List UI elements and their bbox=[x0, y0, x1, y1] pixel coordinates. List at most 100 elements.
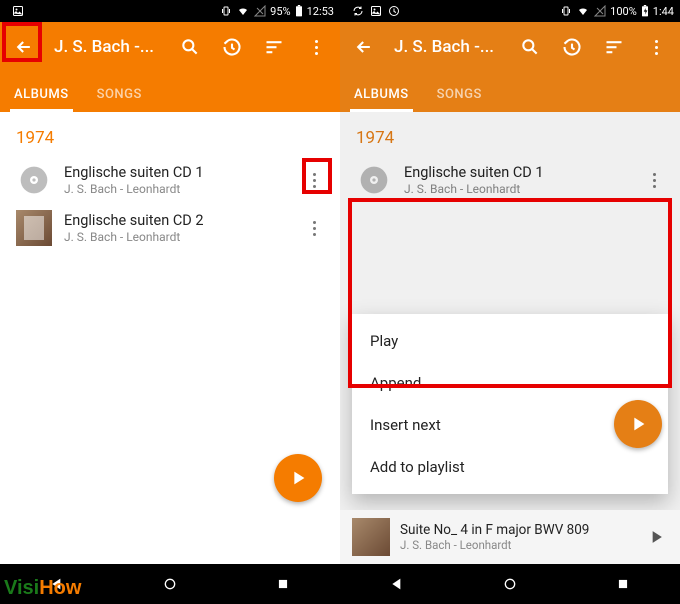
nav-back-button[interactable] bbox=[372, 572, 422, 596]
arrow-back-icon bbox=[354, 37, 374, 57]
nav-bar bbox=[340, 564, 680, 604]
toolbar: J. S. Bach -... bbox=[0, 22, 340, 72]
toolbar-title: J. S. Bach -... bbox=[48, 37, 166, 57]
search-button[interactable] bbox=[172, 29, 208, 65]
nav-home-button[interactable] bbox=[145, 572, 195, 596]
fab-play-button[interactable] bbox=[274, 454, 322, 502]
album-title: Englische suiten CD 1 bbox=[404, 164, 624, 181]
history-icon bbox=[222, 37, 242, 57]
album-row[interactable]: Englische suiten CD 1 J. S. Bach - Leonh… bbox=[340, 156, 680, 204]
play-icon bbox=[627, 413, 649, 435]
album-title: Englische suiten CD 2 bbox=[64, 212, 284, 229]
vibrate-icon bbox=[220, 5, 232, 17]
year-header: 1974 bbox=[340, 112, 680, 156]
sort-icon bbox=[264, 37, 284, 57]
menu-add-to-playlist[interactable]: Add to playlist bbox=[352, 446, 668, 488]
status-bar: 95% 12:53 bbox=[0, 0, 340, 22]
phone-left: 95% 12:53 J. S. Bach -... ALBUMS SONGS 1… bbox=[0, 0, 340, 604]
history-icon bbox=[562, 37, 582, 57]
now-playing-play-button[interactable] bbox=[640, 527, 672, 547]
nav-recent-button[interactable] bbox=[258, 572, 308, 596]
disc-icon bbox=[358, 164, 390, 196]
tab-bar: ALBUMS SONGS bbox=[0, 72, 340, 112]
menu-play[interactable]: Play bbox=[352, 320, 668, 362]
notification-sync-icon bbox=[352, 5, 364, 17]
album-more-button[interactable] bbox=[296, 210, 332, 246]
album-artist: J. S. Bach - Leonhardt bbox=[64, 182, 284, 196]
more-vert-icon bbox=[655, 40, 658, 55]
watermark-how: How bbox=[39, 577, 81, 600]
album-info: Englische suiten CD 1 J. S. Bach - Leonh… bbox=[404, 164, 624, 196]
tab-albums[interactable]: ALBUMS bbox=[0, 87, 83, 112]
back-button[interactable] bbox=[346, 29, 382, 65]
more-vert-icon bbox=[313, 173, 316, 188]
more-vert-icon bbox=[315, 40, 318, 55]
notification-image-icon bbox=[370, 5, 382, 17]
battery-charging-icon bbox=[641, 5, 649, 17]
album-row[interactable]: Englische suiten CD 1 J. S. Bach - Leonh… bbox=[0, 156, 340, 204]
more-vert-icon bbox=[313, 221, 316, 236]
sort-button[interactable] bbox=[256, 29, 292, 65]
search-icon bbox=[180, 37, 200, 57]
vibrate-icon bbox=[560, 5, 572, 17]
sort-button[interactable] bbox=[596, 29, 632, 65]
more-vert-icon bbox=[653, 173, 656, 188]
overflow-button[interactable] bbox=[638, 29, 674, 65]
history-button[interactable] bbox=[554, 29, 590, 65]
phone-right: 100% 1:44 J. S. Bach -... ALBUMS SONGS 1… bbox=[340, 0, 680, 604]
nav-recent-icon bbox=[616, 577, 630, 591]
album-more-button[interactable] bbox=[636, 162, 672, 198]
disc-icon bbox=[18, 164, 50, 196]
content-area: 1974 Englische suiten CD 1 J. S. Bach - … bbox=[0, 112, 340, 564]
album-art-placeholder bbox=[16, 162, 52, 198]
signal-none-icon bbox=[254, 5, 266, 17]
context-menu: Play Append Insert next Add to playlist bbox=[352, 314, 668, 494]
now-playing-bar[interactable]: Suite No_ 4 in F major BWV 809 J. S. Bac… bbox=[340, 510, 680, 564]
menu-append[interactable]: Append bbox=[352, 362, 668, 404]
nav-back-icon bbox=[389, 576, 405, 592]
tab-bar: ALBUMS SONGS bbox=[340, 72, 680, 112]
now-playing-artist: J. S. Bach - Leonhardt bbox=[400, 538, 630, 552]
battery-percent: 100% bbox=[610, 5, 637, 18]
watermark-visihow: VisiHow bbox=[4, 577, 81, 600]
album-more-button[interactable] bbox=[296, 162, 332, 198]
overflow-button[interactable] bbox=[298, 29, 334, 65]
tab-songs[interactable]: SONGS bbox=[423, 87, 496, 112]
toolbar-title: J. S. Bach -... bbox=[388, 37, 506, 57]
year-header: 1974 bbox=[0, 112, 340, 156]
play-icon bbox=[646, 527, 666, 547]
nav-recent-button[interactable] bbox=[598, 572, 648, 596]
clock-time: 12:53 bbox=[307, 5, 334, 18]
now-playing-title: Suite No_ 4 in F major BWV 809 bbox=[400, 522, 630, 538]
now-playing-art bbox=[352, 518, 390, 556]
album-row[interactable]: Englische suiten CD 2 J. S. Bach - Leonh… bbox=[0, 204, 340, 252]
album-art-cover bbox=[16, 210, 52, 246]
album-artist: J. S. Bach - Leonhardt bbox=[404, 182, 624, 196]
play-icon bbox=[287, 467, 309, 489]
clock-time: 1:44 bbox=[653, 5, 674, 18]
notification-update-icon bbox=[388, 5, 400, 17]
arrow-back-icon bbox=[14, 37, 34, 57]
nav-home-button[interactable] bbox=[485, 572, 535, 596]
fab-play-button[interactable] bbox=[614, 400, 662, 448]
nav-home-icon bbox=[162, 576, 178, 592]
back-button[interactable] bbox=[6, 29, 42, 65]
nav-recent-icon bbox=[276, 577, 290, 591]
nav-home-icon bbox=[502, 576, 518, 592]
wifi-icon bbox=[576, 5, 590, 17]
notification-image-icon bbox=[12, 5, 24, 17]
status-bar: 100% 1:44 bbox=[340, 0, 680, 22]
album-art-placeholder bbox=[356, 162, 392, 198]
wifi-icon bbox=[236, 5, 250, 17]
search-button[interactable] bbox=[512, 29, 548, 65]
search-icon bbox=[520, 37, 540, 57]
now-playing-info: Suite No_ 4 in F major BWV 809 J. S. Bac… bbox=[400, 522, 630, 552]
signal-none-icon bbox=[594, 5, 606, 17]
tab-albums[interactable]: ALBUMS bbox=[340, 87, 423, 112]
sort-icon bbox=[604, 37, 624, 57]
album-artist: J. S. Bach - Leonhardt bbox=[64, 230, 284, 244]
album-title: Englische suiten CD 1 bbox=[64, 164, 284, 181]
history-button[interactable] bbox=[214, 29, 250, 65]
tab-songs[interactable]: SONGS bbox=[83, 87, 156, 112]
toolbar: J. S. Bach -... bbox=[340, 22, 680, 72]
